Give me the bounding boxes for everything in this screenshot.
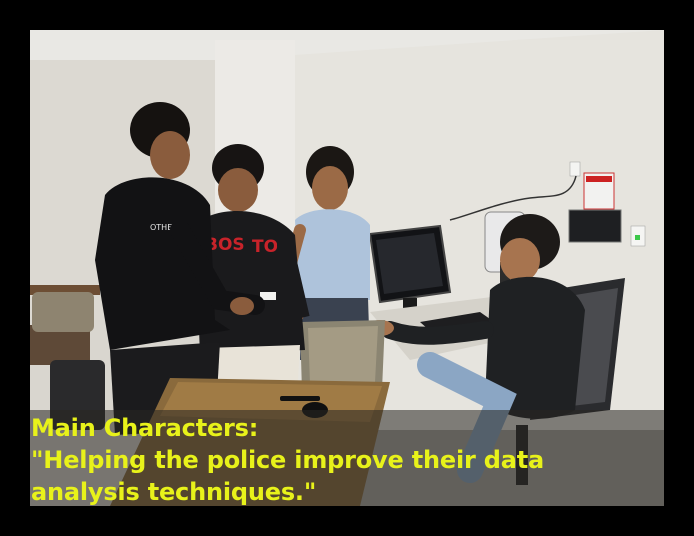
- person1-hand: [230, 297, 254, 315]
- caption-line-1: Main Characters:: [31, 414, 259, 442]
- marker-pen: [280, 396, 320, 401]
- caption-text: Main Characters: "Helping the police imp…: [31, 412, 661, 508]
- caption-line-2: "Helping the police improve their data: [31, 446, 545, 474]
- switch-light: [635, 235, 640, 240]
- wall-screen: [568, 209, 622, 243]
- seated-person-arm: [381, 321, 494, 345]
- black-frame: BOS TON OTHER Main Characters: "Helping …: [0, 0, 694, 536]
- person2-face: [218, 168, 258, 212]
- wall-outlet: [569, 161, 581, 177]
- left-chair-back: [32, 292, 94, 332]
- person3-face: [312, 166, 348, 210]
- middle-chair-mesh: [308, 326, 378, 384]
- person3-shirt: [295, 209, 370, 300]
- caption-line-3: analysis techniques.": [31, 478, 317, 506]
- warning-sign-header: [586, 176, 612, 182]
- seated-person-face: [500, 238, 540, 282]
- person1-face: [150, 131, 190, 179]
- monitor-screen: [376, 233, 443, 294]
